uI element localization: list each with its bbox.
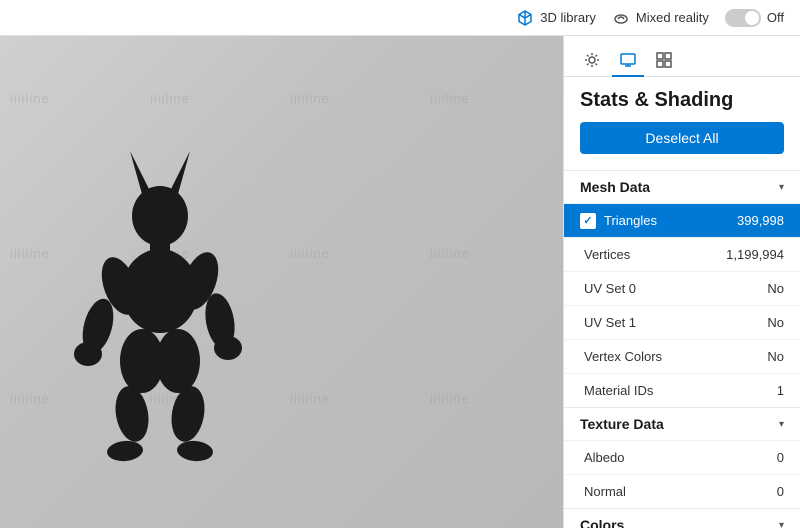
watermark-12: iiiiline [430,391,470,406]
watermark-3: iiiiline [290,91,330,106]
material-ids-row[interactable]: Material IDs 1 [564,373,800,407]
tab-sun[interactable] [576,44,608,76]
3d-library-label: 3D library [540,10,596,25]
normal-label: Normal [584,484,626,499]
vertices-row[interactable]: Vertices 1,199,994 [564,237,800,271]
watermark-11: iiiiline [290,391,330,406]
watermark-9: iiiiline [10,391,50,406]
vertex-colors-row[interactable]: Vertex Colors No [564,339,800,373]
normal-row[interactable]: Normal 0 [564,474,800,508]
mesh-data-label: Mesh Data [580,179,650,195]
vertex-colors-value: No [767,349,784,364]
vertices-value: 1,199,994 [726,247,784,262]
mesh-data-section-header[interactable]: Mesh Data ▾ [564,170,800,203]
albedo-label: Albedo [584,450,624,465]
colors-section-header[interactable]: Colors ▾ [564,508,800,528]
triangles-label: Triangles [604,213,657,228]
colors-label: Colors [580,517,624,528]
mixed-reality-label: Mixed reality [636,10,709,25]
cube-icon [516,9,534,27]
uv-set-0-value: No [767,281,784,296]
triangles-row[interactable]: Triangles 399,998 [564,203,800,237]
watermark-8: iiiiline [430,246,470,261]
mixed-reality-button[interactable]: Mixed reality [612,9,709,27]
uv-set-1-label: UV Set 1 [584,315,636,330]
panel-tabs [564,36,800,77]
material-ids-value: 1 [777,383,784,398]
watermark-2: iiiiline [150,91,190,106]
mixed-reality-toggle[interactable] [725,9,761,27]
uv-set-0-row[interactable]: UV Set 0 No [564,271,800,305]
material-ids-label: Material IDs [584,383,653,398]
vertices-label: Vertices [584,247,630,262]
3d-library-button[interactable]: 3D library [516,9,596,27]
triangles-checkbox-icon [580,213,596,229]
tab-grid[interactable] [648,44,680,76]
tab-monitor[interactable] [612,44,644,76]
texture-data-section-header[interactable]: Texture Data ▾ [564,407,800,440]
texture-data-label: Texture Data [580,416,664,432]
texture-data-chevron-icon: ▾ [779,419,784,430]
colors-chevron-icon: ▾ [779,520,784,528]
watermark-5: iiiiline [10,246,50,261]
uv-set-1-row[interactable]: UV Set 1 No [564,305,800,339]
main-area: iiiiline iiiiline iiiiline iiiiline iiii… [0,36,800,528]
mesh-data-chevron-icon: ▾ [779,182,784,193]
watermark-4: iiiiline [430,91,470,106]
toggle-off-label: Off [767,10,784,25]
right-panel: Stats & Shading Deselect All Mesh Data ▾… [563,36,800,528]
normal-value: 0 [777,484,784,499]
character-silhouette [60,136,260,486]
topbar: 3D library Mixed reality Off [0,0,800,36]
uv-set-1-value: No [767,315,784,330]
triangles-row-left: Triangles [580,213,657,229]
deselect-all-button[interactable]: Deselect All [580,122,784,154]
watermark-7: iiiiline [290,246,330,261]
watermark-1: iiiiline [10,91,50,106]
panel-title: Stats & Shading [564,77,800,122]
mixed-reality-icon [612,9,630,27]
uv-set-0-label: UV Set 0 [584,281,636,296]
albedo-value: 0 [777,450,784,465]
vertex-colors-label: Vertex Colors [584,349,662,364]
toggle-group: Off [725,9,784,27]
viewport[interactable]: iiiiline iiiiline iiiiline iiiiline iiii… [0,36,563,528]
triangles-value: 399,998 [737,213,784,228]
albedo-row[interactable]: Albedo 0 [564,440,800,474]
